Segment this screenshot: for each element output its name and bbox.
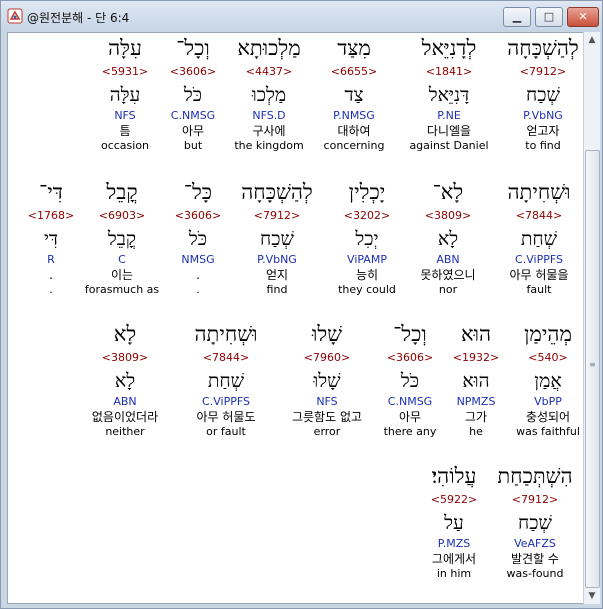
- strong-number[interactable]: <5931>: [65, 65, 185, 79]
- hebrew-word: לָא: [113, 322, 137, 346]
- english-gloss: occasion: [100, 139, 150, 152]
- morph-code: ABN: [113, 395, 137, 408]
- lemma-word: עִלָּה: [109, 84, 141, 106]
- lemma-word: דִּי: [43, 228, 59, 250]
- scroll-down-arrow-icon[interactable]: ▼: [584, 588, 600, 604]
- strong-number[interactable]: <3809>: [65, 351, 185, 365]
- word-cell[interactable]: עֲלוֹהִי׃ <5922> עַל P.MZS 그에게서 in him: [394, 463, 514, 581]
- word-cell[interactable]: עִלָּה <5931> עִלָּה NFS 틈 occasion: [65, 35, 185, 153]
- app-logo-icon: [7, 8, 23, 24]
- english-gloss: neither: [105, 425, 145, 438]
- korean-gloss: .: [49, 268, 53, 282]
- english-gloss: .: [49, 283, 53, 296]
- morph-code: P.MZS: [437, 537, 471, 550]
- english-gloss: in him: [436, 567, 472, 580]
- morph-code: NFS: [114, 109, 136, 122]
- strong-number[interactable]: <5922>: [394, 493, 514, 507]
- interlinear-panel: לְהַשְׁכָּחָה <7912> שְׁכַח P.VbNG 얻고자 to fin…: [7, 32, 584, 604]
- maximize-button[interactable]: □: [535, 7, 563, 27]
- scroll-up-arrow-icon[interactable]: ▲: [584, 32, 600, 48]
- hebrew-word: עִלָּה: [108, 36, 142, 60]
- hebrew-word: עֲלוֹהִי׃: [431, 464, 477, 488]
- grip-icon: ≡: [589, 360, 596, 369]
- hebrew-word: דִּי־: [39, 180, 63, 204]
- lemma-word: עַל: [444, 512, 464, 534]
- lemma-word: לָא: [114, 370, 136, 392]
- korean-gloss: 틈: [119, 124, 131, 138]
- scrollbar-thumb[interactable]: ≡: [585, 150, 600, 588]
- app-window: @원전분해 - 단 6:4 ▁ □ ✕ לְהַשְׁכָּחָה <7912> ש…: [0, 0, 603, 609]
- morph-code: R: [47, 253, 55, 266]
- vertical-scrollbar[interactable]: ▲ ≡ ▼: [583, 32, 600, 604]
- korean-gloss: 그에게서: [431, 552, 477, 566]
- korean-gloss: 없음이었더라: [91, 410, 159, 424]
- window-title: @원전분해 - 단 6:4: [27, 11, 130, 25]
- strong-number[interactable]: <1768>: [8, 209, 111, 223]
- title-bar[interactable]: @원전분해 - 단 6:4 ▁ □ ✕: [1, 1, 602, 31]
- word-cell[interactable]: לָא <3809> לָא ABN 없음이었더라 neither: [65, 321, 185, 439]
- close-button[interactable]: ✕: [567, 7, 599, 27]
- minimize-button[interactable]: ▁: [503, 7, 531, 27]
- word-cell[interactable]: דִּי־ <1768> דִּי R..: [8, 179, 111, 297]
